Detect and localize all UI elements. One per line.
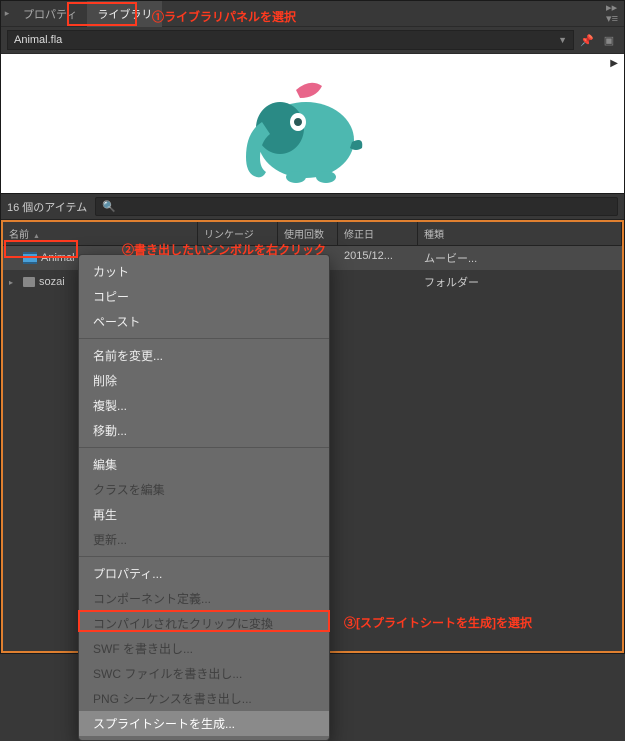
ctx-paste[interactable]: ペースト <box>79 309 329 334</box>
ctx-rename[interactable]: 名前を変更... <box>79 343 329 368</box>
ctx-move[interactable]: 移動... <box>79 418 329 443</box>
row-type: フォルダー <box>418 270 622 294</box>
ctx-cut[interactable]: カット <box>79 259 329 284</box>
new-library-icon[interactable]: ▣ <box>600 31 618 49</box>
tab-library[interactable]: ライブラリ <box>87 1 162 27</box>
col-type[interactable]: 種類 <box>418 222 622 245</box>
ctx-play[interactable]: 再生 <box>79 502 329 527</box>
document-name: Animal.fla <box>14 34 62 46</box>
tabs-menu-icon[interactable]: ▸▸▾≡ <box>600 3 624 25</box>
ctx-delete[interactable]: 削除 <box>79 368 329 393</box>
row-name: Animal <box>41 252 75 264</box>
preview-pane: ▶ <box>1 54 624 194</box>
row-date <box>338 270 418 294</box>
row-type: ムービー... <box>418 246 622 270</box>
ctx-edit-class: クラスを編集 <box>79 477 329 502</box>
item-bar: 16 個のアイテム 🔍 <box>1 194 624 220</box>
search-input[interactable]: 🔍 <box>95 197 618 216</box>
col-name[interactable]: 名前 <box>3 222 198 245</box>
table-header: 名前 リンケージ 使用回数 修正日 種類 <box>3 222 622 246</box>
search-icon: 🔍 <box>102 200 116 213</box>
pin-icon[interactable]: 📌 <box>578 31 596 49</box>
row-date: 2015/12... <box>338 246 418 270</box>
ctx-export-png-seq: PNG シーケンスを書き出し... <box>79 686 329 711</box>
col-linkage[interactable]: リンケージ <box>198 222 278 245</box>
play-icon[interactable]: ▶ <box>610 58 618 69</box>
ctx-copy[interactable]: コピー <box>79 284 329 309</box>
item-count: 16 個のアイテム <box>7 199 87 215</box>
document-bar: Animal.fla ▼ 📌 ▣ <box>1 27 624 54</box>
col-use[interactable]: 使用回数 <box>278 222 338 245</box>
ctx-update: 更新... <box>79 527 329 552</box>
panel-header: ▸ プロパティ ライブラリ ▸▸▾≡ <box>1 1 624 27</box>
row-name: sozai <box>39 276 65 288</box>
ctx-duplicate[interactable]: 複製... <box>79 393 329 418</box>
ctx-export-swf: SWF を書き出し... <box>79 636 329 661</box>
context-menu: カット コピー ペースト 名前を変更... 削除 複製... 移動... 編集 … <box>78 254 330 741</box>
ctx-edit[interactable]: 編集 <box>79 452 329 477</box>
ctx-compiled-clip: コンパイルされたクリップに変換 <box>79 611 329 636</box>
ctx-component-def: コンポーネント定義... <box>79 586 329 611</box>
tree-arrow-icon[interactable]: ▸ <box>9 278 19 287</box>
movieclip-icon <box>23 252 37 264</box>
ctx-export-swc: SWC ファイルを書き出し... <box>79 661 329 686</box>
tab-property[interactable]: プロパティ <box>13 1 87 27</box>
folder-icon <box>23 277 35 287</box>
document-select[interactable]: Animal.fla ▼ <box>7 30 574 50</box>
col-date[interactable]: 修正日 <box>338 222 418 245</box>
ctx-properties[interactable]: プロパティ... <box>79 561 329 586</box>
chevron-down-icon: ▼ <box>558 35 567 45</box>
preview-symbol-icon <box>236 72 376 192</box>
collapse-icon[interactable]: ▸ <box>1 8 13 19</box>
ctx-gen-spritesheet[interactable]: スプライトシートを生成... <box>79 711 329 736</box>
